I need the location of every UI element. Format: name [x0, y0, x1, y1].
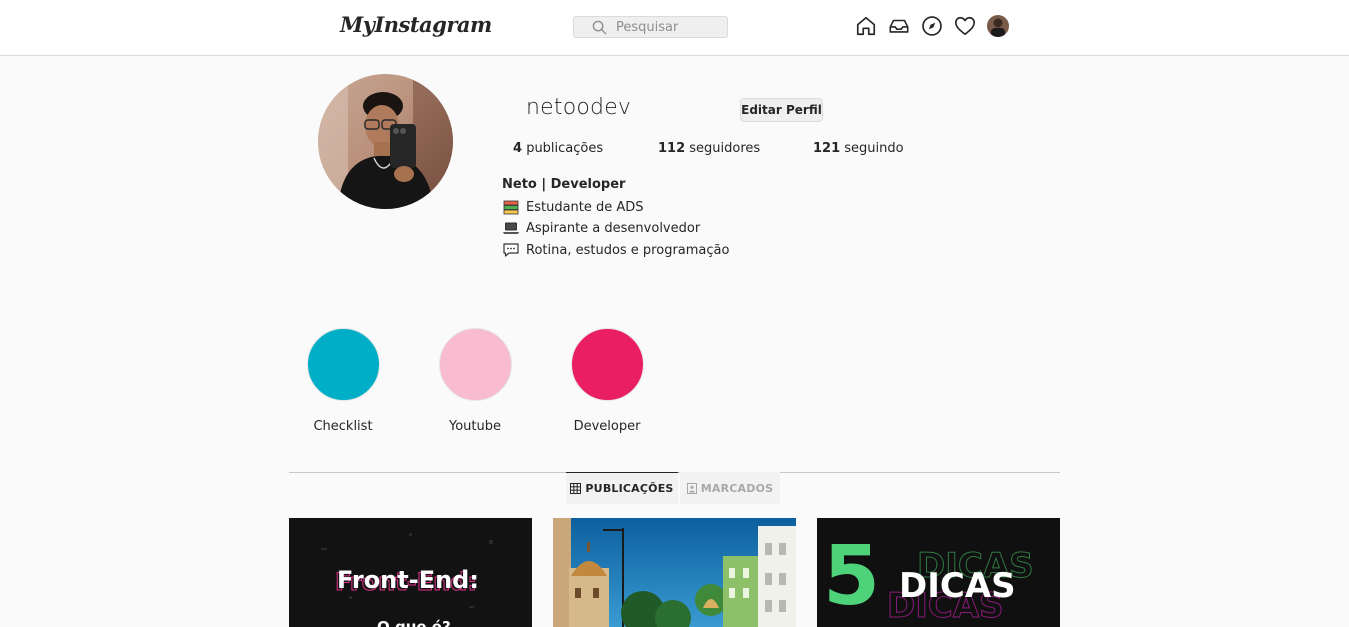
search-placeholder: Pesquisar [616, 19, 679, 35]
explore-icon[interactable] [921, 15, 943, 37]
tab-marcados[interactable]: MARCADOS [680, 472, 780, 504]
posts-stat[interactable]: 4 publicações [513, 141, 603, 156]
followers-stat[interactable]: 112 seguidores [658, 141, 760, 156]
posts-count: 4 [513, 141, 523, 156]
post-subtitle: O que é? [377, 618, 451, 627]
followers-count: 112 [658, 141, 686, 156]
following-label: seguindo [844, 141, 904, 156]
following-stat[interactable]: 121 seguindo [813, 141, 904, 156]
highlight-label: Developer [573, 419, 641, 434]
bio-text: Aspirante a desenvolvedor [526, 220, 701, 236]
tab-label: PUBLICAÇÕES [585, 482, 674, 495]
posts-label: publicações [526, 141, 604, 156]
profile-picture[interactable] [318, 74, 453, 209]
speech-bubble-icon [502, 242, 520, 258]
profile-full-name: Neto | Developer [502, 177, 626, 192]
story-highlight[interactable]: Checklist [298, 328, 388, 434]
tab-publicacoes[interactable]: PUBLICAÇÕES [566, 472, 678, 504]
edit-profile-button[interactable]: Editar Perfil [740, 98, 823, 122]
story-highlight[interactable]: Developer [562, 328, 652, 434]
heart-icon[interactable] [954, 15, 976, 37]
story-highlight[interactable]: Youtube [430, 328, 520, 434]
post-number: 5 [823, 529, 881, 624]
post-thumbnail[interactable] [553, 518, 796, 627]
search-icon [592, 19, 608, 35]
laptop-icon [502, 220, 520, 236]
post-thumbnail[interactable]: Front-End: Front-End: O que é? [289, 518, 532, 627]
following-count: 121 [813, 141, 841, 156]
highlight-cover [306, 328, 380, 401]
highlight-cover [438, 328, 512, 401]
bio-line: Aspirante a desenvolvedor [502, 220, 700, 236]
highlight-label: Youtube [449, 419, 501, 434]
bio-text: Estudante de ADS [526, 199, 644, 215]
post-title: Front-End: [337, 566, 479, 594]
post-word: DICAS [899, 566, 1016, 606]
tagged-icon [686, 482, 697, 494]
books-icon [502, 199, 520, 215]
post-photo [553, 518, 796, 627]
highlight-cover [570, 328, 644, 401]
grid-icon [570, 483, 582, 494]
tab-label: MARCADOS [700, 481, 774, 495]
home-icon[interactable] [855, 15, 877, 37]
nav-icons [855, 15, 1020, 37]
post-thumbnail[interactable]: DICAS DICAS 5 DICAS [817, 518, 1060, 627]
top-navbar: MyInstagram Pesquisar [0, 0, 1349, 56]
search-input[interactable]: Pesquisar [573, 16, 728, 38]
inbox-icon[interactable] [888, 15, 910, 37]
bio-line: Rotina, estudos e programação [502, 242, 729, 258]
profile-avatar[interactable] [987, 15, 1009, 37]
highlight-label: Checklist [313, 419, 373, 434]
app-logo[interactable]: MyInstagram [340, 12, 492, 37]
bio-text: Rotina, estudos e programação [526, 242, 730, 258]
profile-username: netoodev [526, 95, 632, 120]
followers-label: seguidores [689, 141, 761, 156]
bio-line: Estudante de ADS [502, 199, 644, 215]
